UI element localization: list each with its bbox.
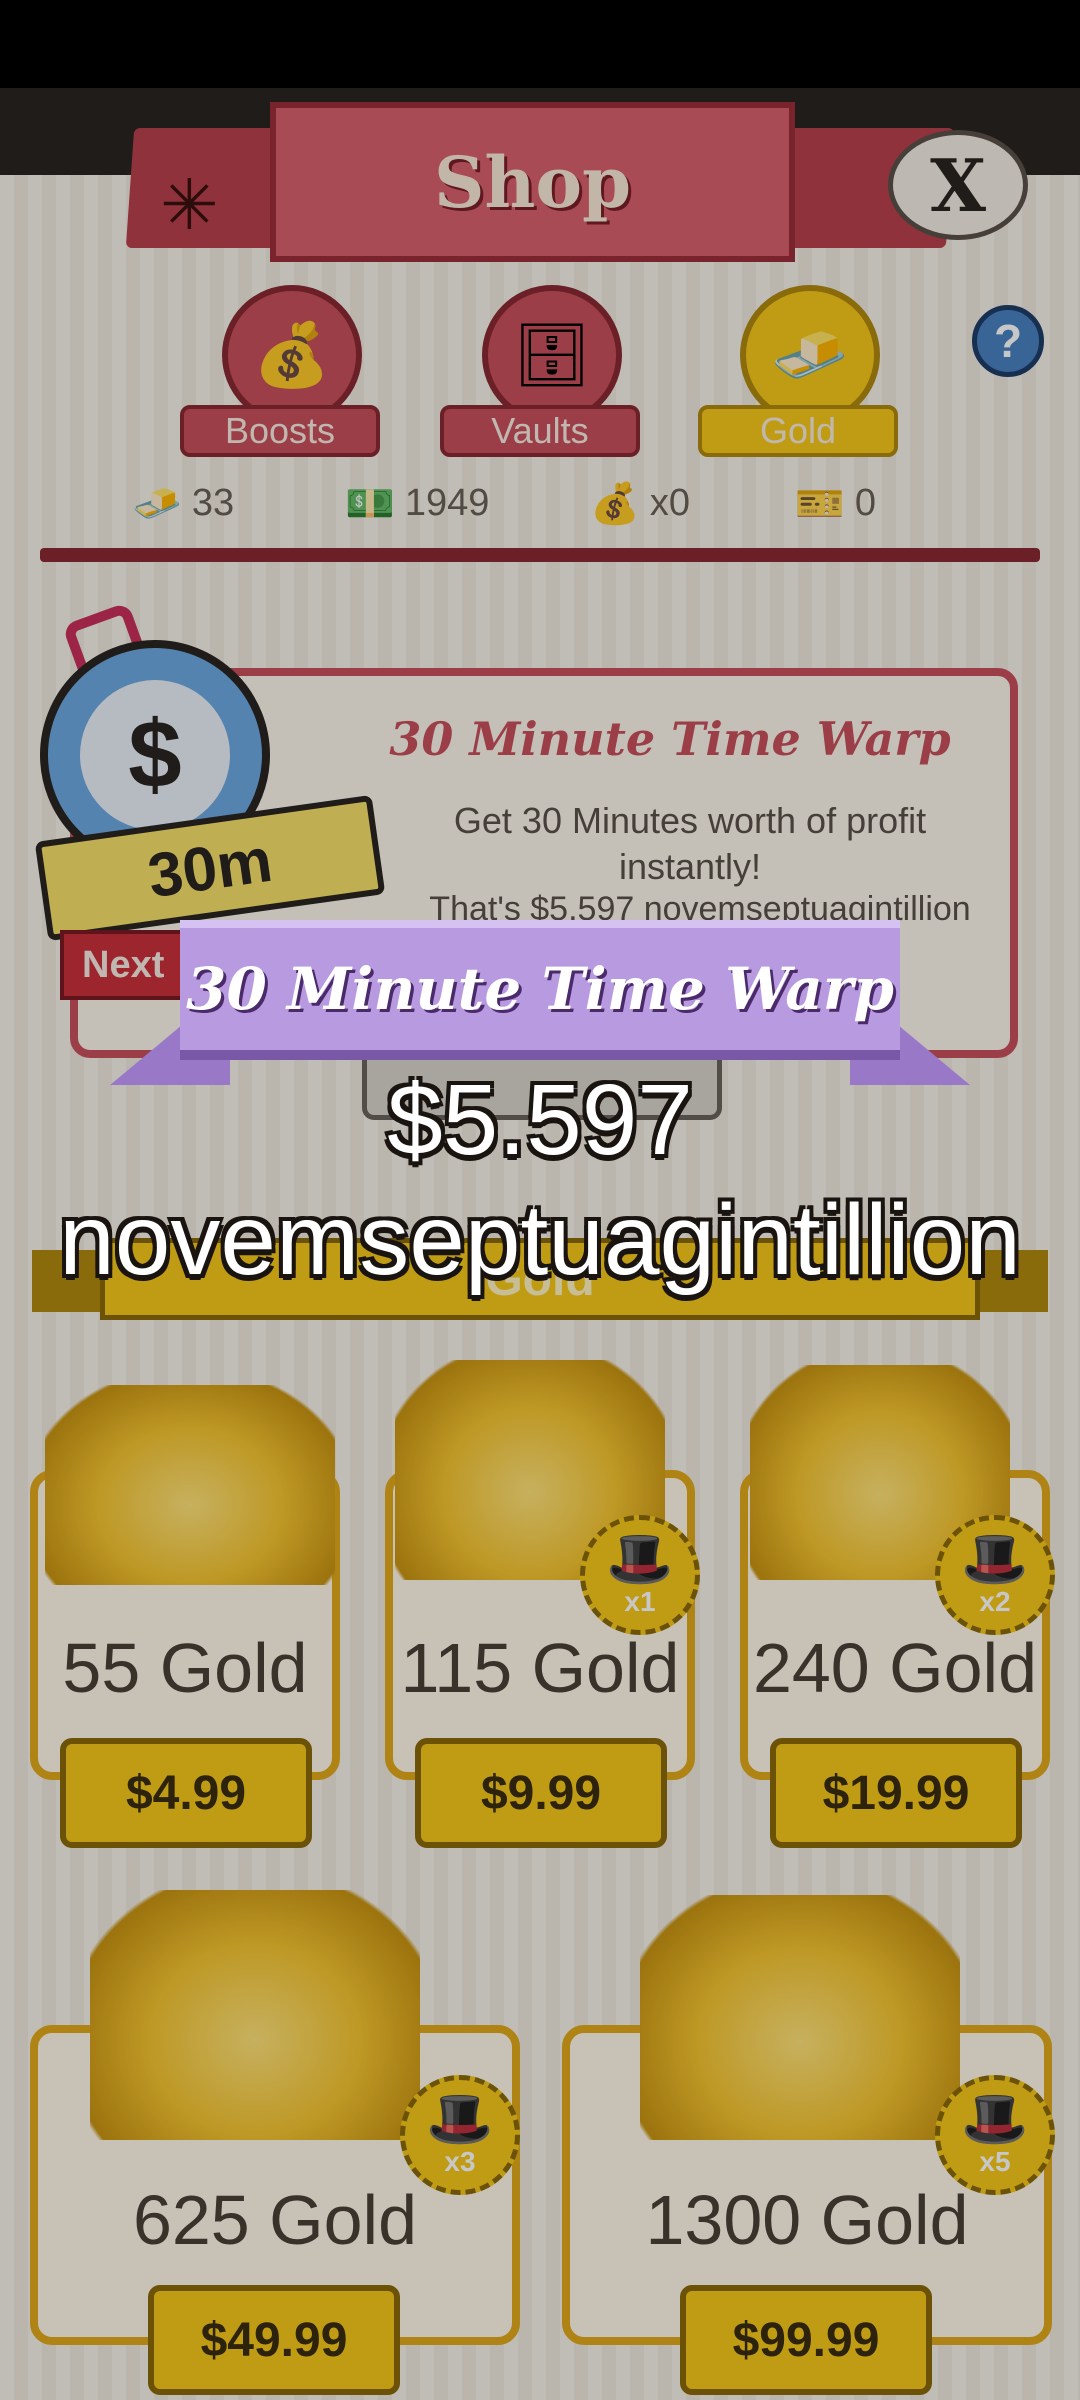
popup-amount: $5.597 novemseptuagintillion	[0, 1060, 1080, 1300]
popup-amount-unit: novemseptuagintillion	[59, 1184, 1021, 1296]
popup-ribbon: 30 Minute Time Warp	[180, 920, 900, 1060]
popup-amount-value: $5.597	[387, 1064, 693, 1176]
popup-title: 30 Minute Time Warp	[186, 955, 894, 1023]
